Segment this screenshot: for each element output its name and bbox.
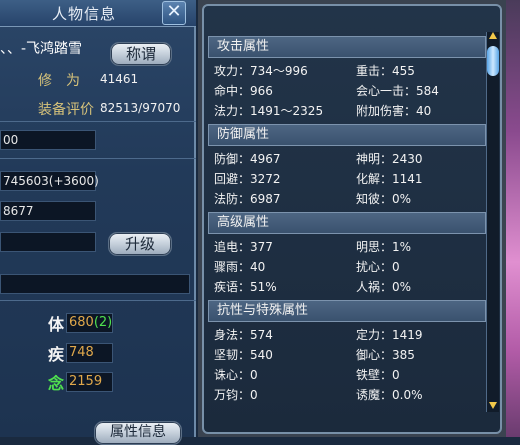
scrollbar[interactable]: [486, 32, 499, 412]
stat-label-mind: 念: [48, 374, 65, 393]
background-scene: [506, 0, 520, 437]
attr-row: 铁壁：0: [356, 368, 400, 382]
divider: [0, 121, 196, 122]
scroll-thumb[interactable]: [487, 46, 499, 76]
attr-row: 诛心：0: [214, 368, 258, 382]
attribute-list[interactable]: 攻击属性 攻力：734～996 重击：455 命中：966 会心一击：584 法…: [202, 4, 502, 434]
window-title: 人物信息: [52, 5, 117, 23]
attr-row: 化解：1141: [356, 172, 423, 186]
scroll-down-arrow-icon[interactable]: [489, 402, 497, 409]
title-button[interactable]: 称谓: [110, 42, 172, 66]
info-field-5: [0, 274, 190, 294]
attr-row: 神明：2430: [356, 152, 423, 166]
attr-row: 追电：377: [214, 240, 273, 254]
attr-row: 明思：1%: [356, 240, 412, 254]
attr-row: 扰心：0: [356, 260, 400, 274]
section-header-defense: 防御属性: [208, 124, 486, 146]
scroll-up-arrow-icon[interactable]: [489, 32, 497, 39]
info-field-4: [0, 232, 96, 252]
attr-row: 万钧：0: [214, 388, 258, 402]
divider: [0, 300, 196, 301]
info-field-2: 745603(+3600): [0, 171, 99, 191]
character-name: 、、-飞鸿踏雪: [0, 41, 83, 57]
attr-row: 骤雨：40: [214, 260, 266, 274]
attr-row: 防御：4967: [214, 152, 281, 166]
cultivation-value: 41461: [100, 72, 139, 86]
cultivation-label: 修 为: [38, 73, 80, 89]
section-header-advanced: 高级属性: [208, 212, 486, 234]
equip-rating-value: 82513/97070: [100, 101, 181, 115]
stat-label-speed: 疾: [48, 345, 65, 364]
attr-row: 会心一击：584: [356, 84, 439, 98]
stat-value-body: 680(2): [66, 313, 113, 333]
stat-value-speed: 748: [66, 343, 113, 363]
attr-row: 重击：455: [356, 64, 415, 78]
info-field-3: 8677: [0, 201, 96, 221]
character-info-panel: 人物信息 ✕ 、、-飞鸿踏雪 称谓 修 为 41461 装备评价 82513/9…: [0, 0, 196, 445]
attr-row: 知彼：0%: [356, 192, 412, 206]
attr-row: 附加伤害：40: [356, 104, 432, 118]
window-title-bar[interactable]: 人物信息 ✕: [0, 0, 196, 27]
attr-row: 攻力：734～996: [214, 64, 308, 78]
attr-row: 命中：966: [214, 84, 273, 98]
attr-row: 法防：6987: [214, 192, 281, 206]
attr-row: 疾语：51%: [214, 280, 277, 294]
section-header-resist: 抗性与特殊属性: [208, 300, 486, 322]
upgrade-button[interactable]: 升级: [108, 232, 172, 256]
attr-row: 身法：574: [214, 328, 273, 342]
equip-rating-label: 装备评价: [38, 102, 94, 118]
attr-row: 回避：3272: [214, 172, 281, 186]
stat-value-mind: 2159: [66, 372, 113, 392]
attribute-info-button[interactable]: 属性信息: [94, 421, 182, 445]
attr-row: 定力：1419: [356, 328, 423, 342]
attr-row: 法力：1491～2325: [214, 104, 324, 118]
info-field-1: 00: [0, 130, 96, 150]
stat-label-body: 体: [48, 315, 65, 334]
attribute-panel: 攻击属性 攻力：734～996 重击：455 命中：966 会心一击：584 法…: [198, 0, 520, 437]
attr-row: 坚韧：540: [214, 348, 273, 362]
divider: [0, 158, 196, 159]
attr-row: 御心：385: [356, 348, 415, 362]
attr-row: 人祸：0%: [356, 280, 412, 294]
attr-row: 诱魔：0.0%: [356, 388, 423, 402]
section-header-attack: 攻击属性: [208, 36, 486, 58]
close-icon[interactable]: ✕: [162, 1, 186, 25]
